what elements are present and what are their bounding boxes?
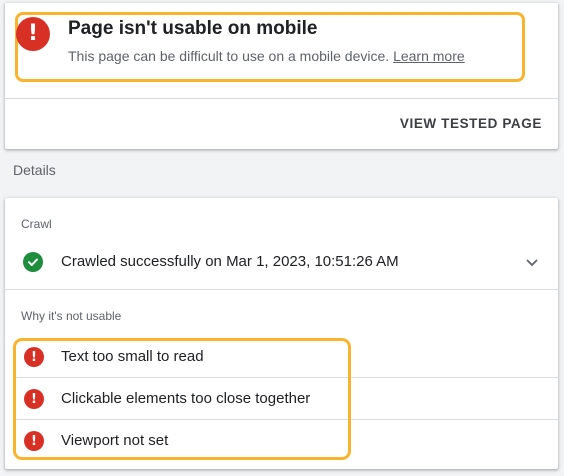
divider <box>5 98 558 99</box>
details-card: Crawl Crawled successfully on Mar 1, 202… <box>5 198 558 469</box>
crawl-status-text: Crawled successfully on Mar 1, 2023, 10:… <box>61 253 399 270</box>
error-icon: ! <box>24 347 44 367</box>
chevron-down-icon[interactable] <box>524 254 540 270</box>
issue-row[interactable]: ! Text too small to read <box>5 336 558 378</box>
result-subtitle: This page can be difficult to use on a m… <box>68 48 465 64</box>
issue-row[interactable]: ! Viewport not set <box>5 420 558 462</box>
view-tested-page-button[interactable]: VIEW TESTED PAGE <box>400 116 542 131</box>
result-card: ! Page isn't usable on mobile This page … <box>5 3 558 149</box>
result-title: Page isn't usable on mobile <box>68 18 318 39</box>
result-subtitle-text: This page can be difficult to use on a m… <box>68 48 390 64</box>
error-icon: ! <box>24 431 44 451</box>
learn-more-link[interactable]: Learn more <box>393 48 465 64</box>
error-icon: ! <box>24 389 44 409</box>
why-section-label: Why it's not usable <box>21 309 122 323</box>
details-heading: Details <box>13 162 56 178</box>
crawl-section-label: Crawl <box>21 217 52 231</box>
issue-text: Viewport not set <box>61 432 169 449</box>
crawl-status-row[interactable]: Crawled successfully on Mar 1, 2023, 10:… <box>5 238 558 286</box>
issue-text: Clickable elements too close together <box>61 390 311 407</box>
error-icon: ! <box>16 17 50 51</box>
check-circle-icon <box>23 252 43 272</box>
divider <box>5 289 558 290</box>
issue-text: Text too small to read <box>61 348 204 365</box>
issue-row[interactable]: ! Clickable elements too close together <box>5 378 558 420</box>
